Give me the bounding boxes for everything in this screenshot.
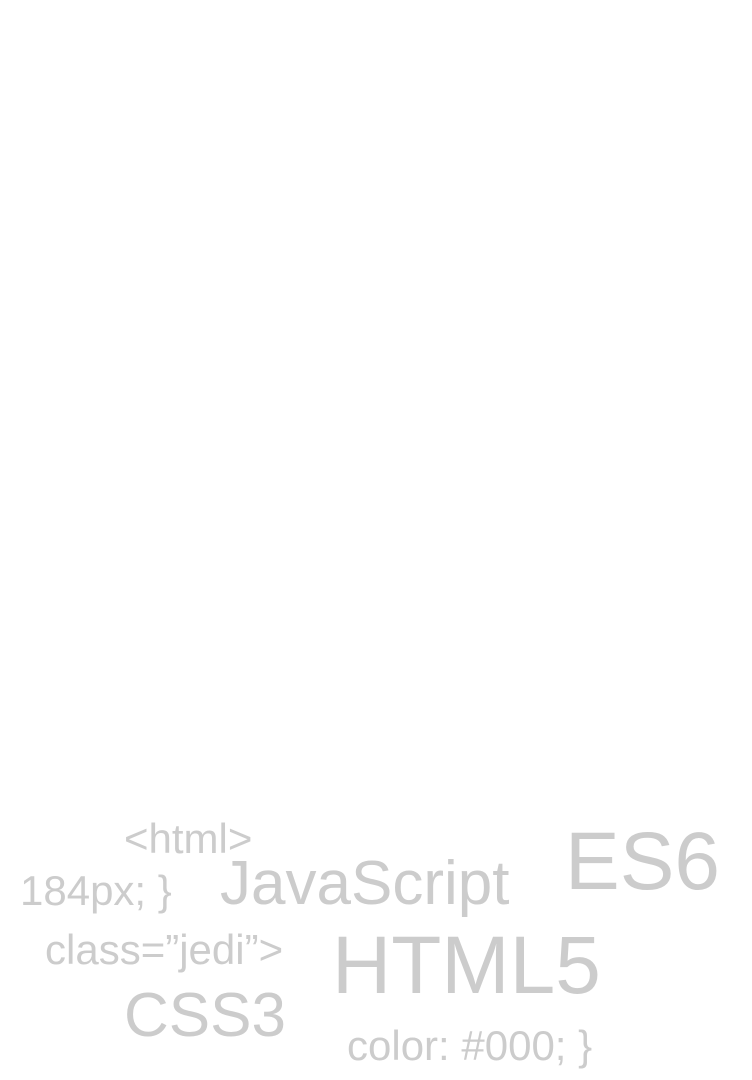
word-html5: HTML5 [332,920,601,1011]
page: <html> 184px; } JavaScript ES6 class=”je… [0,0,752,1080]
word-css-px-value: 184px; } [20,867,172,914]
word-css3: CSS3 [124,981,286,1050]
word-class-attribute: class=”jedi”> [45,926,284,973]
word-javascript: JavaScript [220,849,510,918]
code-word-cloud: <html> 184px; } JavaScript ES6 class=”je… [0,800,752,1080]
word-css-color-rule: color: #000; } [347,1022,593,1069]
word-es6: ES6 [565,816,720,907]
